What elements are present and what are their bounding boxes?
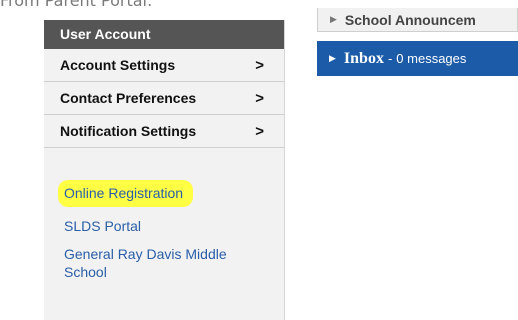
menu-item-label: Notification Settings — [60, 123, 197, 139]
sidebar-header: User Account — [44, 20, 284, 49]
triangle-right-icon: ▶ — [329, 53, 336, 63]
chevron-right-icon: > — [255, 89, 264, 107]
online-registration-link[interactable]: Online Registration — [58, 180, 194, 207]
page-heading-fragment: From Parent Portal: — [0, 0, 153, 10]
school-announcements-panel[interactable]: ▶ School Announcem — [317, 8, 518, 32]
chevron-right-icon: > — [255, 56, 264, 74]
menu-item-account-settings[interactable]: Account Settings > — [44, 49, 284, 82]
slds-portal-link[interactable]: SLDS Portal — [64, 217, 284, 235]
inbox-message-count: 0 messages — [396, 51, 467, 66]
menu-item-label: Contact Preferences — [60, 90, 197, 106]
inbox-separator: - — [387, 51, 393, 66]
menu-item-notification-settings[interactable]: Notification Settings > — [44, 115, 284, 148]
menu-item-contact-preferences[interactable]: Contact Preferences > — [44, 82, 284, 115]
school-link[interactable]: General Ray Davis Middle School — [64, 245, 264, 281]
menu-item-label: Account Settings — [60, 57, 176, 73]
sidebar-links: Online Registration SLDS Portal General … — [44, 148, 284, 281]
inbox-title: Inbox — [343, 49, 384, 67]
inbox-panel[interactable]: ▶ Inbox - 0 messages — [317, 41, 518, 76]
triangle-right-icon: ▶ — [330, 14, 337, 24]
chevron-right-icon: > — [255, 122, 264, 140]
user-account-sidebar: User Account Account Settings > Contact … — [44, 20, 285, 320]
announcements-label: School Announcem — [344, 11, 476, 28]
